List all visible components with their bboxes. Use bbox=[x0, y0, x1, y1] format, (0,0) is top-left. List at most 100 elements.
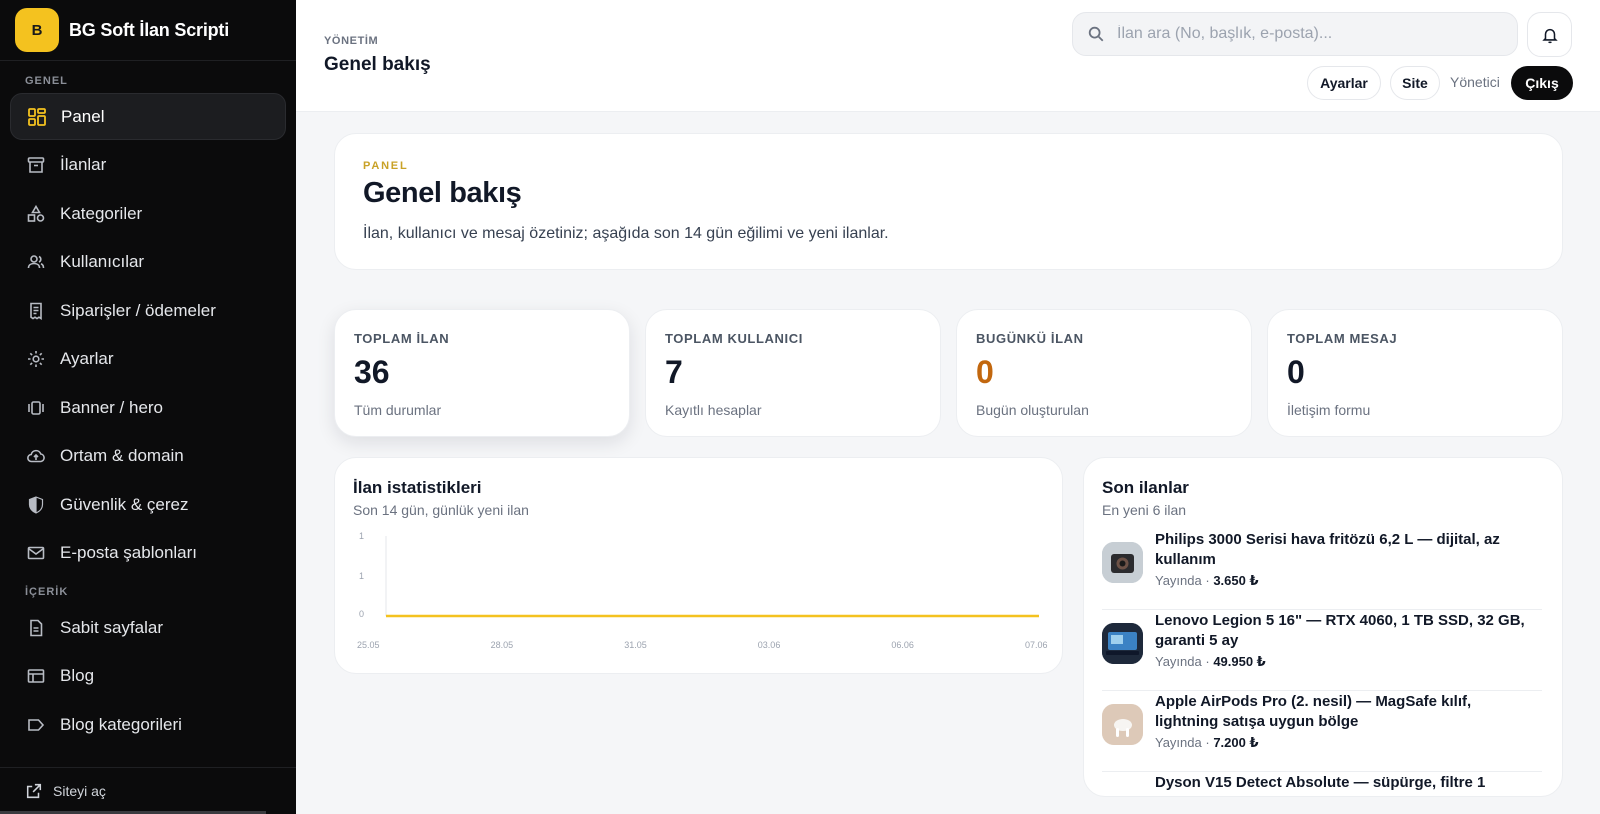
section-label-content: İÇERİK bbox=[25, 586, 69, 598]
stat-subtitle: Bugün oluşturulan bbox=[976, 402, 1089, 418]
stat-card-total-users[interactable]: TOPLAM KULLANICI 7 Kayıtlı hesaplar bbox=[645, 309, 941, 437]
stat-card-total-listings[interactable]: TOPLAM İLAN 36 Tüm durumlar bbox=[334, 309, 630, 437]
brand-name: BG Soft İlan Scripti bbox=[69, 19, 230, 40]
stat-subtitle: İletişim formu bbox=[1287, 402, 1371, 418]
search-box[interactable] bbox=[1072, 12, 1518, 56]
file-icon bbox=[26, 618, 46, 638]
tag-icon bbox=[26, 715, 46, 735]
user-role: Yönetici bbox=[1450, 74, 1500, 90]
sidebar-item-settings[interactable]: Ayarlar bbox=[10, 336, 286, 383]
sidebar-item-orders[interactable]: Siparişler / ödemeler bbox=[10, 287, 286, 334]
cloud-icon bbox=[26, 446, 46, 466]
sidebar-item-environment[interactable]: Ortam & domain bbox=[10, 433, 286, 480]
notifications-button[interactable] bbox=[1527, 12, 1572, 57]
listing-meta: Yayında · 49.950 ₺ bbox=[1155, 654, 1266, 669]
sidebar-item-label: Güvenlik & çerez bbox=[60, 494, 189, 514]
stat-value: 7 bbox=[665, 354, 683, 390]
stat-card-total-messages[interactable]: TOPLAM MESAJ 0 İletişim formu bbox=[1267, 309, 1563, 437]
brand[interactable]: B BG Soft İlan Scripti bbox=[0, 0, 296, 61]
stat-subtitle: Kayıtlı hesaplar bbox=[665, 402, 762, 418]
nav-content: Sabit sayfalar Blog Blog kategorileri bbox=[0, 604, 296, 750]
listing-meta: Yayında · 3.650 ₺ bbox=[1155, 573, 1259, 588]
sidebar-item-panel[interactable]: Panel bbox=[10, 93, 286, 140]
chart-panel-subtitle: Son 14 gün, günlük yeni ilan bbox=[353, 502, 529, 518]
y-tick-label: 1 bbox=[359, 531, 364, 541]
external-link-icon bbox=[26, 783, 42, 799]
sidebar-item-label: Sabit sayfalar bbox=[60, 617, 163, 637]
carousel-icon bbox=[26, 398, 46, 418]
listing-stats-panel: İlan istatistikleri Son 14 gün, günlük y… bbox=[334, 457, 1063, 674]
x-tick-label: 03.06 bbox=[758, 640, 781, 650]
sidebar-item-blog[interactable]: Blog bbox=[10, 653, 286, 700]
open-site-label: Siteyi aç bbox=[53, 783, 106, 799]
site-button[interactable]: Site bbox=[1390, 66, 1440, 100]
sidebar-item-label: Blog kategorileri bbox=[60, 714, 182, 734]
y-tick-label: 1 bbox=[359, 571, 364, 581]
sidebar-item-security[interactable]: Güvenlik & çerez bbox=[10, 481, 286, 528]
listing-price: 7.200 ₺ bbox=[1213, 735, 1259, 750]
stat-value: 0 bbox=[1287, 354, 1305, 390]
listing-thumbnail bbox=[1102, 704, 1143, 745]
sidebar-item-label: İlanlar bbox=[60, 155, 107, 174]
listing-price: 49.950 ₺ bbox=[1213, 654, 1266, 669]
x-tick-label: 06.06 bbox=[891, 640, 914, 650]
sidebar-item-static-pages[interactable]: Sabit sayfalar bbox=[10, 604, 286, 651]
listing-status: Yayında bbox=[1155, 573, 1202, 588]
listing-title: Apple AirPods Pro (2. nesil) — MagSafe k… bbox=[1155, 693, 1472, 730]
stat-label: BUGÜNKÜ İLAN bbox=[976, 331, 1084, 346]
settings-button[interactable]: Ayarlar bbox=[1307, 66, 1381, 100]
sidebar-item-email-templates[interactable]: E-posta şablonları bbox=[10, 530, 286, 577]
breadcrumb: YÖNETİM bbox=[324, 35, 379, 47]
list-item[interactable]: Dyson V15 Detect Absolute — süpürge, fil… bbox=[1102, 773, 1542, 796]
chart-panel-title: İlan istatistikleri bbox=[353, 478, 482, 497]
sidebar-item-label: Banner / hero bbox=[60, 397, 164, 417]
y-tick-label: 0 bbox=[359, 609, 364, 619]
mail-icon bbox=[26, 543, 46, 563]
stat-label: TOPLAM KULLANICI bbox=[665, 331, 803, 346]
recent-panel-title: Son ilanlar bbox=[1102, 478, 1189, 497]
shapes-icon bbox=[26, 204, 46, 224]
listing-price: 3.650 ₺ bbox=[1213, 573, 1259, 588]
stat-card-today-listings[interactable]: BUGÜNKÜ İLAN 0 Bugün oluşturulan bbox=[956, 309, 1252, 437]
sidebar-item-label: Kategoriler bbox=[60, 203, 143, 223]
list-item[interactable]: Apple AirPods Pro (2. nesil) — MagSafe k… bbox=[1102, 692, 1542, 772]
hero-eyebrow: PANEL bbox=[363, 160, 409, 172]
sidebar-item-label: Kullanıcılar bbox=[60, 252, 145, 271]
sidebar-item-categories[interactable]: Kategoriler bbox=[10, 190, 286, 237]
listing-title: Dyson V15 Detect Absolute — süpürge, fil… bbox=[1155, 774, 1486, 791]
stat-label: TOPLAM İLAN bbox=[354, 331, 450, 346]
top-header: YÖNETİM Genel bakış Ayarlar Site Yönetic… bbox=[296, 0, 1600, 112]
sidebar-item-label: Blog bbox=[60, 666, 95, 685]
archive-icon bbox=[26, 155, 46, 175]
bell-icon bbox=[1541, 28, 1558, 43]
dashboard-icon bbox=[27, 107, 47, 127]
sidebar-item-label: Ayarlar bbox=[60, 349, 114, 368]
listing-line-chart: 1 1 0 25.05 28.05 31.05 03.06 06.06 07.06 bbox=[357, 531, 1048, 650]
sidebar-item-label: Ortam & domain bbox=[60, 446, 184, 465]
page-title: Genel bakış bbox=[324, 54, 431, 75]
stat-value: 36 bbox=[354, 354, 390, 390]
listing-status: Yayında bbox=[1155, 735, 1202, 750]
sidebar-item-listings[interactable]: İlanlar bbox=[10, 142, 286, 189]
x-tick-label: 28.05 bbox=[491, 640, 514, 650]
sidebar-item-blog-categories[interactable]: Blog kategorileri bbox=[10, 701, 286, 748]
users-icon bbox=[26, 252, 46, 272]
sidebar-item-users[interactable]: Kullanıcılar bbox=[10, 239, 286, 286]
shield-icon bbox=[26, 495, 46, 515]
list-item[interactable]: Lenovo Legion 5 16" — RTX 4060, 1 TB SSD… bbox=[1102, 611, 1542, 691]
nav-general: Panel İlanlar Kategoriler Kullanıcılar S… bbox=[0, 93, 296, 578]
x-tick-label: 31.05 bbox=[624, 640, 647, 650]
listing-status: Yayında bbox=[1155, 654, 1202, 669]
logout-button[interactable]: Çıkış bbox=[1511, 66, 1573, 100]
brand-logo: B bbox=[15, 8, 59, 52]
open-site-link[interactable]: Siteyi aç bbox=[0, 767, 296, 814]
search-input[interactable] bbox=[1117, 25, 1477, 43]
overview-hero: PANEL Genel bakış İlan, kullanıcı ve mes… bbox=[334, 133, 1563, 270]
stat-value: 0 bbox=[976, 354, 994, 390]
listing-thumbnail bbox=[1102, 623, 1143, 664]
sidebar-item-label: Siparişler / ödemeler bbox=[60, 300, 216, 320]
newspaper-icon bbox=[26, 666, 46, 686]
sidebar-item-label: E-posta şablonları bbox=[60, 543, 198, 562]
list-item[interactable]: Philips 3000 Serisi hava fritözü 6,2 L —… bbox=[1102, 530, 1542, 610]
sidebar-item-banner[interactable]: Banner / hero bbox=[10, 384, 286, 431]
